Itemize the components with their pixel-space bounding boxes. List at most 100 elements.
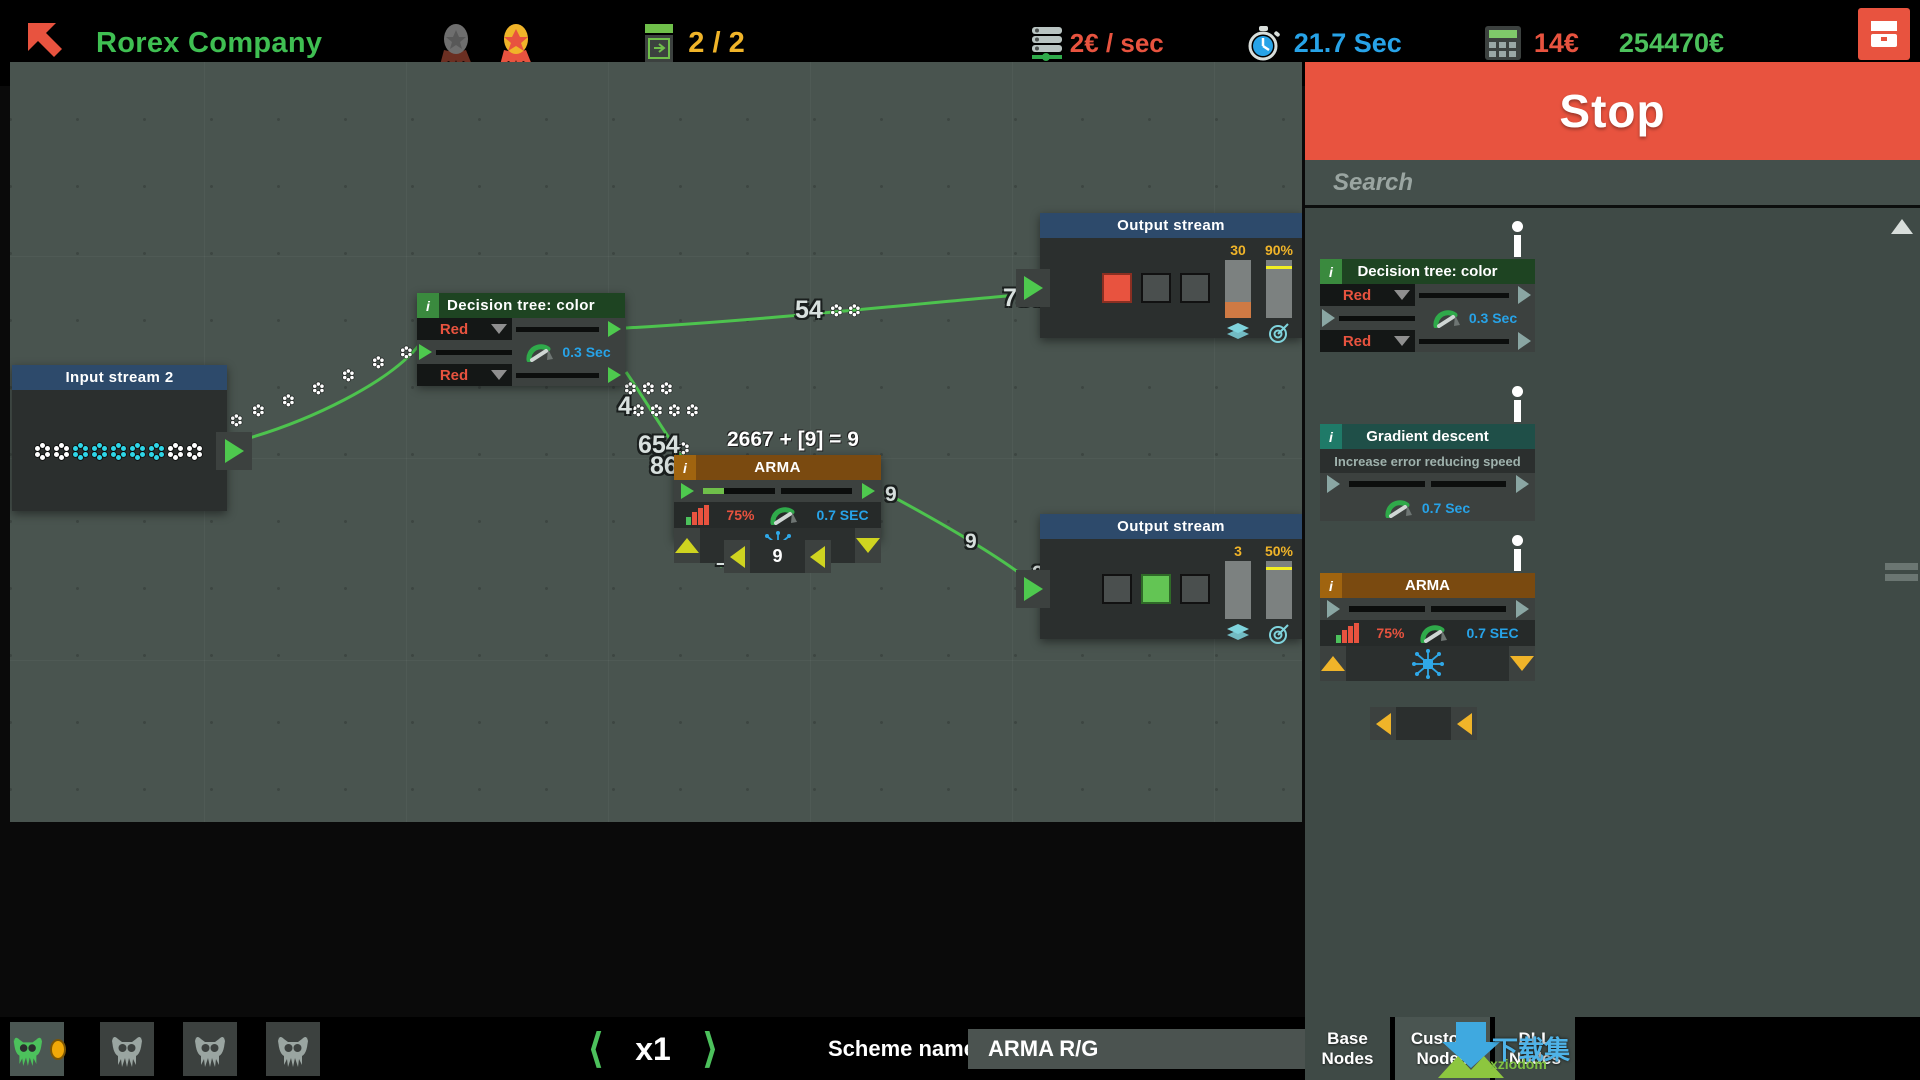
slider-track-left[interactable] (703, 488, 775, 494)
arma-slider-row (674, 480, 881, 502)
slider-track-right[interactable] (1430, 481, 1506, 487)
port-down[interactable] (1509, 646, 1535, 681)
gauge-threshold-line (1266, 567, 1292, 570)
port-in-left[interactable] (1320, 600, 1346, 618)
input-port[interactable] (1016, 570, 1050, 608)
tab-base-nodes[interactable]: Base Nodes (1305, 1017, 1390, 1080)
scheme-slot-3[interactable] (183, 1022, 237, 1076)
node-graph-canvas[interactable]: 54 780 4 654 86 2667 + [9] = 9 9 9 2 2 9… (10, 62, 1302, 822)
node-library-list[interactable]: i Decision tree: color Red 0.3 Sec Red i… (1305, 211, 1883, 1017)
color-swatch-red[interactable] (1102, 273, 1132, 303)
exit-button[interactable] (1858, 8, 1910, 60)
output-port[interactable] (216, 431, 252, 470)
scrollbar-thumb-a[interactable] (1885, 563, 1918, 570)
scroll-up-arrow-icon[interactable] (1891, 219, 1913, 234)
play-triangle-icon (1326, 600, 1340, 618)
node-input-stream-2[interactable]: Input stream 2 (12, 365, 252, 511)
input-port[interactable] (1016, 269, 1050, 307)
color-swatch-gray-1[interactable] (1102, 574, 1132, 604)
info-badge[interactable]: i (417, 293, 439, 318)
speed-control: ⟨ x1 ⟩ (588, 1025, 718, 1073)
gauge-percent: 50% (1265, 543, 1293, 649)
port-out-right[interactable] (1509, 475, 1535, 493)
port-left-a[interactable] (724, 540, 750, 573)
node-title: Output stream (1040, 514, 1302, 539)
library-item-arma[interactable]: i ARMA 75% 0.7 SEC (1320, 535, 1535, 740)
node-output-stream-1[interactable]: Output stream 30 90% (1016, 213, 1302, 343)
play-triangle-icon (680, 483, 694, 499)
slider-top[interactable] (1415, 284, 1513, 306)
gradient-slider-row (1320, 473, 1535, 495)
node-title: Input stream 2 (12, 365, 227, 390)
scheme-slot-4[interactable] (266, 1022, 320, 1076)
color-select-bottom[interactable]: Red (1320, 330, 1415, 352)
info-handle[interactable] (1512, 221, 1523, 257)
info-handle[interactable] (1512, 535, 1523, 571)
library-item-decision-tree[interactable]: i Decision tree: color Red 0.3 Sec Red (1320, 221, 1535, 352)
search-input[interactable]: Search (1305, 160, 1920, 208)
scheme-slot-1[interactable] (10, 1022, 64, 1076)
slider-bottom[interactable] (512, 364, 603, 386)
info-handle[interactable] (1512, 386, 1523, 422)
color-select-top[interactable]: Red (1320, 284, 1415, 306)
arma-bottom-row (1320, 646, 1535, 681)
arma-center-value: 9 (772, 546, 783, 566)
color-swatch-gray-2[interactable] (1180, 273, 1210, 303)
port-in[interactable] (1320, 306, 1415, 330)
port-left-b[interactable] (1451, 707, 1477, 740)
port-out-bottom[interactable] (1513, 330, 1535, 352)
info-badge[interactable]: i (1320, 424, 1342, 449)
port-out-right[interactable] (855, 483, 881, 499)
port-in-left[interactable] (1320, 475, 1346, 493)
port-out-right[interactable] (1509, 600, 1535, 618)
triangle-up-icon (1321, 656, 1345, 671)
library-item-gradient-descent[interactable]: i Gradient descent Increase error reduci… (1320, 386, 1535, 521)
chevron-left-icon[interactable]: ⟨ (588, 1029, 604, 1069)
slider-bottom[interactable] (1415, 330, 1513, 352)
tab-custom-nodes-line2: Nodes (1416, 1048, 1469, 1068)
bar-chart-icon (686, 505, 710, 525)
port-left-b[interactable] (804, 540, 831, 573)
library-scrollbar[interactable] (1883, 211, 1920, 1017)
slider-track-left[interactable] (1349, 606, 1425, 612)
arma-speed: 0.7 SEC (816, 507, 869, 523)
play-triangle-icon (861, 483, 875, 499)
node-arma[interactable]: ARMA i 75% 0.7 SEC 9 (674, 455, 881, 573)
node-output-stream-2[interactable]: Output stream 3 50% (1016, 514, 1302, 644)
port-in[interactable] (417, 340, 512, 364)
port-left-a[interactable] (1370, 707, 1396, 740)
stop-button[interactable]: Stop (1305, 62, 1920, 160)
timer-group: 21.7 Sec (1244, 23, 1402, 63)
slider-track-right[interactable] (780, 488, 852, 494)
slider-track[interactable] (436, 349, 512, 355)
chevron-right-icon[interactable]: ⟩ (702, 1029, 718, 1069)
port-out-bottom[interactable] (603, 364, 625, 386)
color-swatch-gray-2[interactable] (1180, 574, 1210, 604)
info-badge[interactable]: i (1320, 573, 1342, 598)
color-swatch-gray-1[interactable] (1141, 273, 1171, 303)
port-down[interactable] (855, 528, 881, 563)
port-out-top[interactable] (603, 318, 625, 340)
gauge-count: 30 (1225, 242, 1251, 348)
node-decision-tree-color[interactable]: Decision tree: color i Red 0.3 Sec Red (417, 293, 625, 386)
scrollbar-thumb-b[interactable] (1885, 574, 1918, 581)
info-badge[interactable]: i (674, 455, 696, 480)
tab-dll-nodes[interactable]: DLL Nodes (1495, 1017, 1575, 1080)
income-rate-value: 2 (1069, 27, 1085, 58)
info-badge[interactable]: i (1320, 259, 1342, 284)
income-rate-group: 2€ / sec (1030, 23, 1164, 63)
scheme-name-input[interactable]: ARMA R/G (968, 1029, 1308, 1069)
port-out-top[interactable] (1513, 284, 1535, 306)
port-in-left[interactable] (674, 483, 700, 499)
slider-top[interactable] (512, 318, 603, 340)
tab-custom-nodes[interactable]: Custom Nodes (1395, 1017, 1490, 1080)
scheme-slot-2[interactable] (100, 1022, 154, 1076)
slider-track-left[interactable] (1349, 481, 1425, 487)
color-select-top[interactable]: Red (417, 318, 512, 340)
slider-track[interactable] (1339, 315, 1415, 321)
color-select-bottom[interactable]: Red (417, 364, 512, 386)
port-up[interactable] (1320, 646, 1346, 681)
port-up[interactable] (674, 528, 700, 563)
slider-track-right[interactable] (1430, 606, 1506, 612)
color-swatch-green[interactable] (1141, 574, 1171, 604)
